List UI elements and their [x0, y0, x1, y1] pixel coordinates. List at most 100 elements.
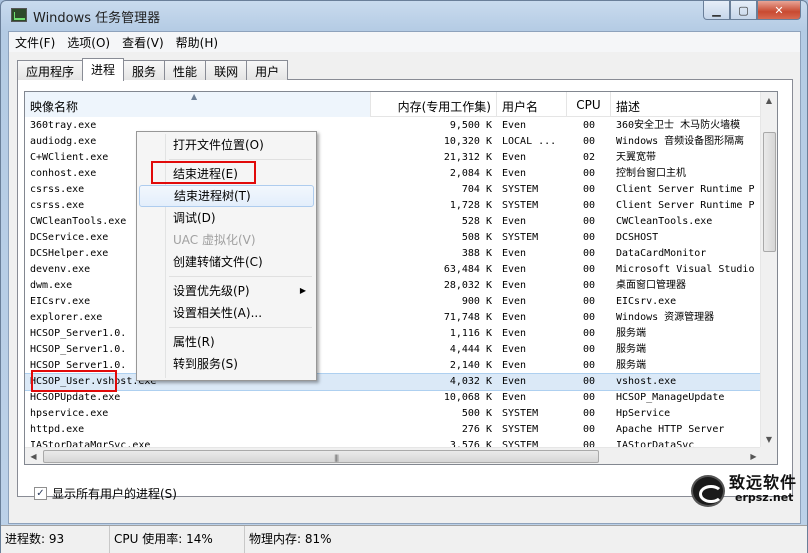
process-user: Even — [502, 168, 527, 179]
title-bar[interactable]: Windows 任务管理器 ▁ ▢ ✕ — [1, 1, 807, 31]
horizontal-scrollbar[interactable]: ◀ ||| ▶ — [25, 447, 762, 464]
menu-options[interactable]: 选项(O) — [61, 32, 116, 52]
process-user: Even — [502, 312, 527, 323]
tab-services[interactable]: 服务 — [123, 60, 166, 80]
column-header-cpu[interactable]: CPU — [567, 92, 611, 117]
process-memory: 4,444 K — [449, 344, 492, 355]
context-menu-item[interactable]: 转到服务(S) — [139, 353, 314, 375]
column-header-image-name[interactable]: 映像名称 — [25, 92, 371, 117]
menu-help[interactable]: 帮助(H) — [170, 32, 224, 52]
vertical-scroll-thumb[interactable] — [763, 132, 776, 252]
tab-networking[interactable]: 联网 — [205, 60, 248, 80]
tab-users[interactable]: 用户 — [246, 60, 289, 80]
process-cpu: 00 — [582, 120, 596, 131]
maximize-button[interactable]: ▢ — [730, 1, 757, 20]
tab-performance[interactable]: 性能 — [164, 60, 207, 80]
process-memory: 500 K — [461, 408, 492, 419]
scroll-down-icon[interactable]: ▼ — [761, 431, 777, 448]
context-menu-item[interactable]: 设置优先级(P) ▶ — [139, 280, 314, 302]
process-name: HCSOPUpdate.exe — [30, 392, 121, 403]
process-user: Even — [502, 280, 527, 291]
process-cpu: 00 — [582, 248, 596, 259]
process-memory: 2,140 K — [449, 360, 492, 371]
context-menu-item[interactable]: 调试(D) — [139, 207, 314, 229]
menu-file[interactable]: 文件(F) — [9, 32, 61, 52]
process-cpu: 00 — [582, 216, 596, 227]
process-name: httpd.exe — [30, 424, 85, 435]
tab-strip: 应用程序 进程 服务 性能 联网 用户 — [17, 58, 289, 81]
process-memory: 276 K — [461, 424, 492, 435]
context-menu-item-label: 调试(D) — [173, 211, 216, 225]
process-description: 天翼宽带 — [616, 152, 656, 163]
column-header-description[interactable]: 描述 — [611, 92, 762, 117]
process-description: Windows 资源管理器 — [616, 312, 715, 323]
sort-ascending-icon: ▲ — [191, 92, 198, 101]
table-row[interactable]: httpd.exe 276 K SYSTEM 00 Apache HTTP Server — [25, 422, 762, 438]
process-description: 服务端 — [616, 344, 646, 355]
process-user: SYSTEM — [502, 424, 539, 435]
table-row[interactable]: HCSOPUpdate.exe 10,068 K Even 00 HCSOP_Manag… — [25, 390, 762, 406]
minimize-icon: ▁ — [712, 3, 721, 17]
process-description: vshost.exe — [616, 376, 677, 387]
process-context-menu: 打开文件位置(O) 结束进程(E) 结束进程树(T) 调试(D) UAC 虚拟化(V) 创… — [136, 131, 317, 381]
process-user: LOCAL ... — [502, 136, 557, 147]
minimize-button[interactable]: ▁ — [703, 1, 730, 20]
process-cpu: 00 — [582, 264, 596, 275]
process-cpu: 00 — [582, 344, 596, 355]
process-cpu: 00 — [582, 168, 596, 179]
process-description: Apache HTTP Server — [616, 424, 725, 435]
context-menu-item-label: 结束进程(E) — [173, 167, 238, 181]
watermark-text: 致远软件 — [729, 473, 798, 492]
process-memory: 21,312 K — [443, 152, 492, 163]
process-memory: 704 K — [461, 184, 492, 195]
watermark-url: erpsz.net — [735, 491, 794, 504]
process-description: 服务端 — [616, 360, 646, 371]
context-menu-item-label: 设置相关性(A)... — [173, 306, 263, 320]
horizontal-scroll-thumb[interactable]: ||| — [43, 450, 599, 463]
tab-processes[interactable]: 进程 — [82, 58, 125, 81]
menu-view[interactable]: 查看(V) — [116, 32, 170, 52]
close-icon: ✕ — [774, 3, 784, 17]
tab-applications[interactable]: 应用程序 — [17, 60, 84, 80]
context-menu-item-label: 属性(R) — [173, 335, 215, 349]
scroll-left-icon[interactable]: ◀ — [25, 448, 42, 464]
show-all-users-checkbox[interactable]: ✓ — [34, 487, 47, 500]
process-description: DataCardMonitor — [616, 248, 707, 259]
caption-buttons: ▁ ▢ ✕ — [703, 1, 801, 21]
process-description: Client Server Runtime P — [616, 200, 755, 211]
process-user: Even — [502, 120, 527, 131]
process-user: SYSTEM — [502, 408, 539, 419]
context-menu-item[interactable]: 创建转储文件(C) — [139, 251, 314, 273]
process-user: Even — [502, 264, 527, 275]
show-all-users-checkbox-row[interactable]: ✓ 显示所有用户的进程(S) — [34, 485, 177, 502]
scroll-up-icon[interactable]: ▲ — [761, 92, 777, 109]
process-description: Microsoft Visual Studio — [616, 264, 755, 275]
table-row[interactable]: hpservice.exe 500 K SYSTEM 00 HpService — [25, 406, 762, 422]
context-menu-item[interactable]: 结束进程树(T) — [139, 185, 314, 207]
menu-bar: 文件(F) 选项(O) 查看(V) 帮助(H) — [9, 32, 800, 52]
context-menu-item-label: 创建转储文件(C) — [173, 255, 263, 269]
process-memory: 10,320 K — [443, 136, 492, 147]
vertical-scrollbar[interactable]: ▲ ▼ — [760, 92, 777, 448]
context-menu-item[interactable]: 打开文件位置(O) — [139, 134, 314, 156]
context-menu-item[interactable]: 属性(R) — [139, 331, 314, 353]
process-description: Windows 音频设备图形隔离 — [616, 136, 745, 147]
process-cpu: 02 — [582, 152, 596, 163]
process-user: Even — [502, 296, 527, 307]
column-header-memory[interactable]: 内存(专用工作集) — [371, 92, 497, 117]
context-menu-item[interactable]: 结束进程(E) — [139, 163, 314, 185]
task-manager-icon — [11, 8, 27, 22]
menu-separator — [169, 159, 312, 160]
process-cpu: 00 — [582, 232, 596, 243]
process-memory: 528 K — [461, 216, 492, 227]
column-header-user[interactable]: 用户名 — [497, 92, 567, 117]
context-menu-item-label: 结束进程树(T) — [174, 189, 251, 203]
process-name: hpservice.exe — [30, 408, 109, 419]
process-cpu: 00 — [582, 280, 596, 291]
process-user: SYSTEM — [502, 200, 539, 211]
close-button[interactable]: ✕ — [757, 1, 801, 20]
window-title: Windows 任务管理器 — [33, 11, 161, 26]
status-bar: 进程数: 93 CPU 使用率: 14% 物理内存: 81% — [1, 525, 807, 553]
context-menu-item[interactable]: 设置相关性(A)... — [139, 302, 314, 324]
process-cpu: 00 — [582, 328, 596, 339]
